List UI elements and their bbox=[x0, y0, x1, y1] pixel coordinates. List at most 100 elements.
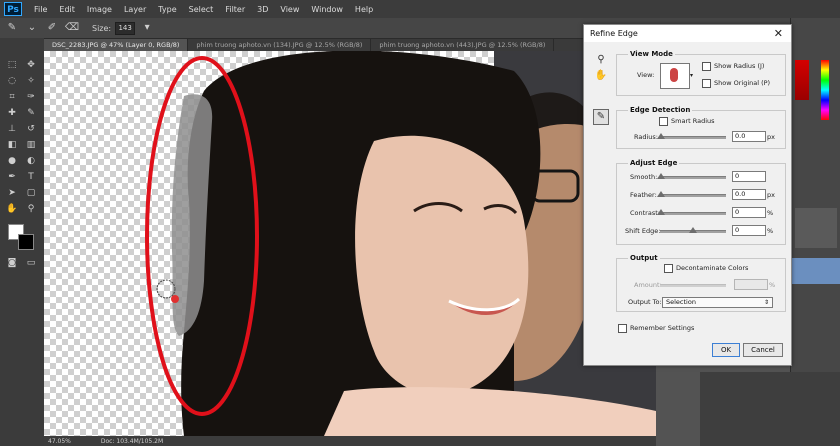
view-dropdown-icon[interactable]: ▾ bbox=[690, 72, 693, 79]
menu-bar: Ps File Edit Image Layer Type Select Fil… bbox=[0, 0, 840, 18]
healing-brush-icon[interactable]: ✚ bbox=[4, 106, 20, 120]
shape-tool-icon[interactable]: ▢ bbox=[23, 186, 39, 200]
brush-cursor bbox=[156, 279, 176, 299]
show-radius-checkbox[interactable] bbox=[702, 62, 711, 71]
hand-icon[interactable]: ✋ bbox=[594, 69, 608, 83]
quick-select-icon[interactable]: ✧ bbox=[23, 74, 39, 88]
pen-icon[interactable]: ✒ bbox=[4, 170, 20, 184]
brush-icon[interactable]: ✎ bbox=[23, 106, 39, 120]
erase-refinements-icon[interactable]: ⌫ bbox=[64, 21, 80, 35]
shift-edge-unit: % bbox=[767, 227, 774, 235]
smart-radius-label: Smart Radius bbox=[671, 117, 715, 125]
history-brush-icon[interactable]: ↺ bbox=[23, 122, 39, 136]
refine-radius-brush-icon[interactable]: ✎ bbox=[593, 109, 609, 125]
brush-preset-icon[interactable]: ⌄ bbox=[24, 21, 40, 35]
contrast-slider-thumb[interactable] bbox=[657, 209, 665, 215]
amount-slider bbox=[660, 284, 726, 287]
smooth-input[interactable]: 0 bbox=[732, 171, 766, 182]
dodge-icon[interactable]: ◐ bbox=[23, 154, 39, 168]
contrast-label: Contrast: bbox=[630, 209, 660, 217]
contrast-input[interactable]: 0 bbox=[732, 207, 766, 218]
photoshop-logo: Ps bbox=[4, 2, 22, 16]
clone-stamp-icon[interactable]: ⊥ bbox=[4, 122, 20, 136]
menu-edit[interactable]: Edit bbox=[53, 5, 81, 14]
hue-slider[interactable] bbox=[821, 60, 829, 120]
decontaminate-checkbox[interactable] bbox=[664, 264, 673, 273]
shift-edge-slider-thumb[interactable] bbox=[689, 227, 697, 233]
menu-file[interactable]: File bbox=[28, 5, 53, 14]
shift-edge-input[interactable]: 0 bbox=[732, 225, 766, 236]
blur-icon[interactable]: ● bbox=[4, 154, 20, 168]
refine-brush-icon[interactable]: ✐ bbox=[44, 21, 60, 35]
remember-settings-checkbox[interactable] bbox=[618, 324, 627, 333]
amount-label: Amount: bbox=[634, 281, 662, 289]
output-heading: Output bbox=[628, 254, 660, 262]
layers-panel-bottom bbox=[700, 372, 840, 446]
background-color-swatch[interactable] bbox=[18, 234, 34, 250]
menu-layer[interactable]: Layer bbox=[118, 5, 152, 14]
move-tool-icon[interactable]: ✥ bbox=[23, 58, 39, 72]
view-label: View: bbox=[637, 71, 655, 79]
type-tool-icon[interactable]: T bbox=[23, 170, 39, 184]
smooth-slider-thumb[interactable] bbox=[657, 173, 665, 179]
document-tabs: DSC_2283.JPG @ 47% (Layer 0, RGB/8) phim… bbox=[44, 39, 656, 51]
gradient-icon[interactable]: ▥ bbox=[23, 138, 39, 152]
screen-mode-icon[interactable]: ▭ bbox=[23, 256, 39, 270]
path-select-icon[interactable]: ➤ bbox=[4, 186, 20, 200]
feather-slider-thumb[interactable] bbox=[657, 191, 665, 197]
contrast-slider[interactable] bbox=[660, 212, 726, 215]
view-thumbnail[interactable] bbox=[660, 63, 690, 89]
quick-mask-icon[interactable]: ◙ bbox=[4, 256, 20, 270]
brush-dot bbox=[171, 295, 179, 303]
adjust-edge-heading: Adjust Edge bbox=[628, 159, 680, 167]
cancel-button[interactable]: Cancel bbox=[743, 343, 783, 357]
menu-help[interactable]: Help bbox=[349, 5, 379, 14]
eraser-icon[interactable]: ◧ bbox=[4, 138, 20, 152]
output-to-value: Selection bbox=[666, 298, 696, 306]
radius-label: Radius: bbox=[634, 133, 658, 141]
brush-tool-icon[interactable]: ✎ bbox=[4, 21, 20, 35]
remember-settings-label: Remember Settings bbox=[630, 324, 695, 332]
ok-button[interactable]: OK bbox=[712, 343, 740, 357]
radius-slider[interactable] bbox=[660, 136, 726, 139]
menu-filter[interactable]: Filter bbox=[219, 5, 251, 14]
menu-3d[interactable]: 3D bbox=[251, 5, 274, 14]
menu-type[interactable]: Type bbox=[152, 5, 182, 14]
crop-tool-icon[interactable]: ⌗ bbox=[4, 90, 20, 104]
marquee-tool-icon[interactable]: ⬚ bbox=[4, 58, 20, 72]
size-input[interactable]: 143 bbox=[115, 21, 136, 35]
tab-document-1[interactable]: DSC_2283.JPG @ 47% (Layer 0, RGB/8) bbox=[44, 39, 189, 51]
zoom-level[interactable]: 47.05% bbox=[48, 438, 71, 445]
document-canvas[interactable] bbox=[44, 51, 656, 436]
menu-window[interactable]: Window bbox=[305, 5, 349, 14]
zoom-tool-icon[interactable]: ⚲ bbox=[23, 202, 39, 216]
feather-input[interactable]: 0.0 bbox=[732, 189, 766, 200]
menu-view[interactable]: View bbox=[274, 5, 305, 14]
hand-tool-icon[interactable]: ✋ bbox=[4, 202, 20, 216]
close-icon[interactable]: ✕ bbox=[774, 25, 783, 42]
lasso-tool-icon[interactable]: ◌ bbox=[4, 74, 20, 88]
layer-row-selected[interactable] bbox=[791, 258, 840, 284]
doc-size: Doc: 103.4M/105.2M bbox=[100, 437, 164, 445]
shift-edge-label: Shift Edge: bbox=[625, 227, 661, 235]
show-original-checkbox[interactable] bbox=[702, 79, 711, 88]
status-bar: 47.05% Doc: 103.4M/105.2M bbox=[44, 436, 656, 446]
menu-select[interactable]: Select bbox=[183, 5, 220, 14]
size-dropdown-icon[interactable]: ▾ bbox=[139, 21, 155, 35]
feather-slider[interactable] bbox=[660, 194, 726, 197]
edge-detection-group bbox=[616, 110, 786, 149]
amount-unit: % bbox=[769, 281, 776, 289]
radius-input[interactable]: 0.0 bbox=[732, 131, 766, 142]
zoom-icon[interactable]: ⚲ bbox=[594, 53, 608, 67]
eyedropper-icon[interactable]: ✑ bbox=[23, 90, 39, 104]
color-field[interactable] bbox=[795, 60, 809, 100]
smooth-slider[interactable] bbox=[660, 176, 726, 179]
smart-radius-checkbox[interactable] bbox=[659, 117, 668, 126]
tab-document-3[interactable]: phim truong aphoto.vn (443).JPG @ 12.5% … bbox=[371, 39, 555, 51]
output-to-label: Output To: bbox=[628, 298, 662, 306]
view-preview-icon bbox=[670, 68, 678, 82]
radius-slider-thumb[interactable] bbox=[657, 133, 665, 139]
output-to-select[interactable]: Selection ⇕ bbox=[662, 297, 773, 308]
tab-document-2[interactable]: phim truong aphoto.vn (134).JPG @ 12.5% … bbox=[188, 39, 372, 51]
menu-image[interactable]: Image bbox=[81, 5, 118, 14]
